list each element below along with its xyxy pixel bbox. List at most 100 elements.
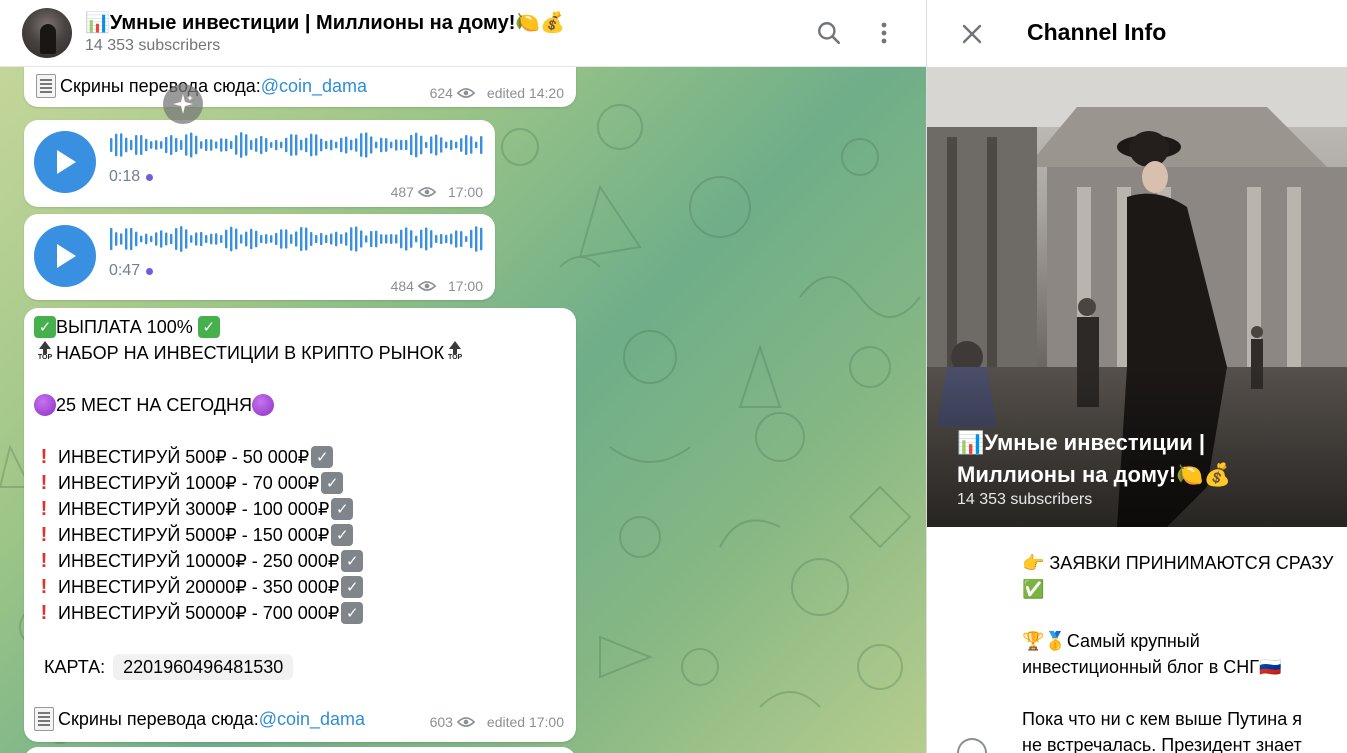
waveform-bar (360, 133, 363, 157)
waveform-bar (235, 228, 238, 250)
waveform-bar (315, 134, 318, 156)
desc-line: 🏆🥇Самый крупный (1022, 631, 1200, 651)
waveform-bar (305, 137, 308, 153)
invest-list: ! ИНВЕСТИРУЙ 500₽ - 50 000₽ ✓! ИНВЕСТИРУЙ 1… (34, 444, 466, 626)
message-bubble[interactable]: Скрины перевода сюда: @coin_dama 624 edi… (24, 67, 576, 107)
post-body: ✓ ВЫПЛАТА 100% ✓ TOP НАБОР НА ИНВЕСТИЦИИ… (34, 314, 466, 732)
play-icon (57, 150, 76, 174)
voice-message[interactable]: 0:18 487 17:00 (24, 120, 495, 207)
receipt-icon (36, 74, 56, 98)
message-meta: 624 edited 14:20 (430, 85, 564, 101)
invest-row: ! ИНВЕСТИРУЙ 3000₽ - 100 000₽ ✓ (34, 496, 466, 522)
waveform-bar (290, 234, 293, 244)
waveform-bar (375, 141, 378, 149)
invest-row-text: ИНВЕСТИРУЙ 500₽ - 50 000₽ (58, 447, 310, 467)
message-meta: 603 edited 17:00 (430, 714, 564, 730)
recruitment-line: TOP НАБОР НА ИНВЕСТИЦИИ В КРИПТО РЫНОК T… (34, 340, 466, 366)
waveform-bar (280, 229, 283, 249)
waveform-bar (135, 135, 138, 155)
seats-text: 25 МЕСТ НА СЕГОДНЯ (56, 395, 252, 415)
waveform-bar (110, 138, 113, 152)
desc-line: не встречалась. Президент знает (1022, 735, 1302, 753)
info-header: Channel Info (927, 0, 1347, 67)
waveform-bar (465, 135, 468, 155)
receipt-icon (34, 707, 54, 731)
waveform-bar (405, 227, 408, 251)
waveform-bar (260, 135, 263, 155)
desc-line: ✅ (1022, 579, 1045, 599)
waveform-bar (255, 230, 258, 248)
waveform-bar (135, 231, 138, 247)
waveform-bar (200, 231, 203, 247)
close-icon[interactable] (955, 17, 989, 51)
waveform-bar (335, 141, 338, 149)
waveform-bar (195, 135, 198, 155)
voice-message[interactable]: 0:47 484 17:00 (24, 214, 495, 300)
waveform-bar (480, 227, 483, 251)
play-icon (57, 244, 76, 268)
invest-row-text: ИНВЕСТИРУЙ 50000₽ - 700 000₽ (58, 603, 340, 623)
sparkle-button[interactable] (163, 84, 203, 124)
check-gray-icon: ✓ (341, 602, 364, 624)
desc-line: Пока что ни с кем выше Путина я (1022, 709, 1303, 729)
waveform-bar (175, 227, 178, 251)
waveform-bar (250, 140, 253, 150)
waveform-bar (390, 234, 393, 244)
waveform-bar (310, 133, 313, 157)
more-vertical-icon[interactable] (865, 14, 903, 52)
waveform-bar (125, 137, 128, 153)
invest-row: ! ИНВЕСТИРУЙ 20000₽ - 350 000₽ ✓ (34, 574, 466, 600)
waveform-bar (160, 230, 163, 248)
waveform-bar (340, 137, 343, 153)
chat-area[interactable]: Скрины перевода сюда: @coin_dama 624 edi… (0, 67, 926, 753)
waveform-bar (380, 137, 383, 153)
channel-name-line: Миллионы на дому!🍋💰 (957, 462, 1232, 487)
voice-waveform[interactable] (110, 130, 485, 160)
play-button[interactable] (34, 131, 96, 193)
voice-duration: 0:18 (109, 168, 141, 185)
check-green-icon: ✓ (34, 316, 56, 338)
voice-duration: 0:47 (109, 262, 141, 279)
waveform-bar (255, 138, 258, 152)
waveform-bar (325, 234, 328, 244)
waveform-bar (235, 135, 238, 155)
check-gray-icon: ✓ (331, 524, 354, 546)
voice-waveform[interactable] (110, 224, 485, 254)
waveform-bar (430, 136, 433, 154)
channel-description: 👉 ЗАЯВКИ ПРИНИМАЮТСЯ СРАЗУ ✅ 🏆🥇Самый кру… (1022, 550, 1347, 753)
username-link[interactable]: @coin_dama (261, 73, 367, 99)
waveform-bar (415, 132, 418, 158)
exclamation-icon: ! (40, 602, 48, 624)
waveform-bar (115, 232, 118, 246)
chat-header[interactable]: 📊Умные инвестиции | Миллионы на дому!🍋💰 … (0, 0, 926, 67)
channel-avatar[interactable] (22, 8, 72, 58)
waveform-bar (270, 141, 273, 149)
waveform-bar (285, 229, 288, 249)
channel-cover-photo[interactable]: 📊Умные инвестиции | Миллионы на дому!🍋💰 … (927, 67, 1347, 527)
card-line: КАРТА: 2201960496481530 (34, 654, 466, 680)
waveform-bar (165, 232, 168, 246)
message-time: edited 17:00 (486, 714, 564, 730)
waveform-bar (475, 226, 478, 252)
exclamation-icon: ! (40, 576, 48, 598)
post-message[interactable]: ✓ ВЫПЛАТА 100% ✓ TOP НАБОР НА ИНВЕСТИЦИИ… (24, 308, 576, 742)
waveform-bar (140, 134, 143, 156)
waveform-bar (385, 234, 388, 244)
message-bubble[interactable] (24, 747, 576, 753)
seats-line: 25 МЕСТ НА СЕГОДНЯ (34, 392, 466, 418)
chat-header-text[interactable]: 📊Умные инвестиции | Миллионы на дому!🍋💰 … (85, 11, 565, 56)
username-link[interactable]: @coin_dama (259, 706, 365, 732)
waveform-bar (225, 229, 228, 249)
waveform-bar (470, 229, 473, 249)
waveform-bar (400, 139, 403, 151)
desc-paragraph: Пока что ни с кем выше Путина я не встре… (1022, 706, 1347, 753)
eye-icon (456, 88, 475, 98)
card-number[interactable]: 2201960496481530 (113, 654, 294, 680)
invest-row: ! ИНВЕСТИРУЙ 50000₽ - 700 000₽ ✓ (34, 600, 466, 626)
waveform-bar (305, 227, 308, 251)
play-button[interactable] (34, 225, 96, 287)
waveform-bar (320, 232, 323, 246)
waveform-bar (200, 141, 203, 149)
waveform-bar (390, 141, 393, 149)
search-icon[interactable] (810, 14, 848, 52)
